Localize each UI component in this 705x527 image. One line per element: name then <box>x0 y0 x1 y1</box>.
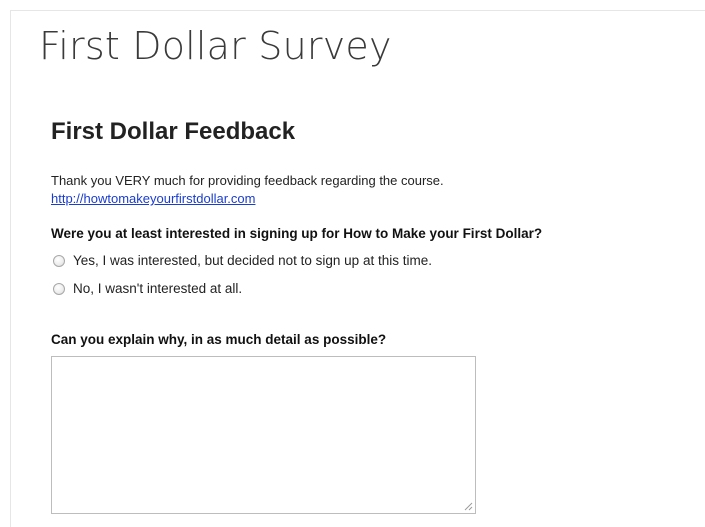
frame-border-top <box>10 10 705 11</box>
choice-label-no: No, I wasn't interested at all. <box>73 281 243 296</box>
form-heading: First Dollar Feedback <box>51 118 296 145</box>
radio-button-no[interactable] <box>53 283 65 295</box>
choice-no-interest[interactable]: No, I wasn't interested at all. <box>51 280 242 298</box>
explanation-textarea[interactable] <box>51 356 476 514</box>
survey-page: First Dollar Survey First Dollar Feedbac… <box>0 0 705 527</box>
choice-yes-interested[interactable]: Yes, I was interested, but decided not t… <box>51 252 432 270</box>
choice-label-yes: Yes, I was interested, but decided not t… <box>73 253 432 268</box>
form-description: Thank you VERY much for providing feedba… <box>51 173 444 188</box>
resize-grip-icon[interactable] <box>464 502 473 511</box>
frame-border-left <box>10 10 11 527</box>
survey-title: First Dollar Survey <box>39 24 392 68</box>
course-link[interactable]: http://howtomakeyourfirstdollar.com <box>51 191 255 207</box>
radio-button-yes[interactable] <box>53 255 65 267</box>
question-interest: Were you at least interested in signing … <box>51 226 543 241</box>
question-explain: Can you explain why, in as much detail a… <box>51 332 387 347</box>
